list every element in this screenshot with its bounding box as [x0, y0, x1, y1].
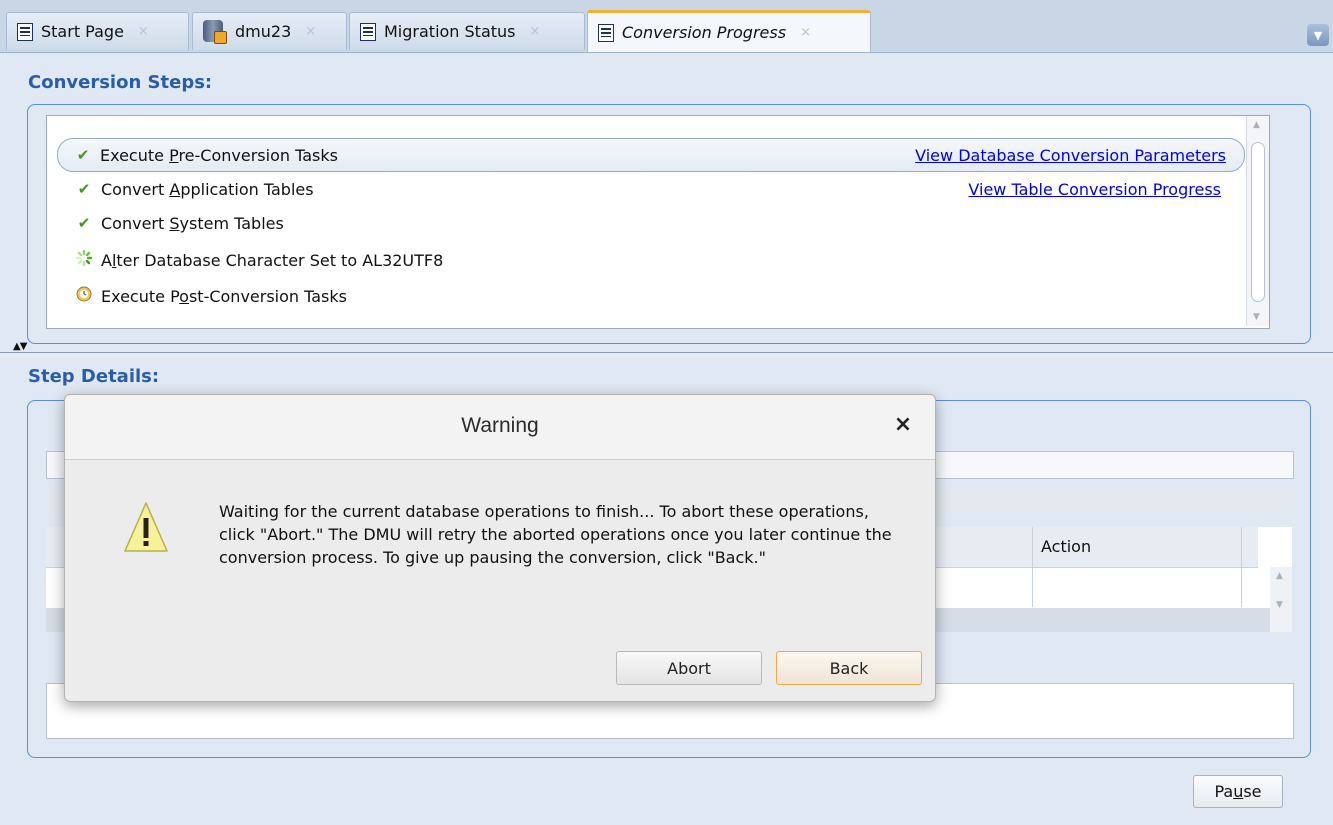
- tab-dmu23[interactable]: dmu23 ×: [192, 12, 347, 50]
- step-post-conversion[interactable]: Execute Post-Conversion Tasks: [59, 280, 1239, 312]
- dialog-header: Warning ×: [65, 395, 935, 460]
- tab-list-dropdown-icon[interactable]: ▼: [1307, 24, 1329, 46]
- view-database-conversion-parameters-link[interactable]: View Database Conversion Parameters: [915, 146, 1226, 165]
- tab-start-page[interactable]: Start Page ×: [6, 12, 189, 50]
- conversion-steps-list: ✔ Execute Pre-Conversion Tasks View Data…: [46, 115, 1270, 329]
- checkmark-icon: ✔: [77, 214, 91, 232]
- doc-icon: [598, 23, 614, 42]
- close-icon[interactable]: ×: [530, 24, 541, 39]
- close-icon[interactable]: ×: [800, 25, 811, 40]
- clock-icon: [73, 286, 95, 306]
- step-pre-conversion[interactable]: ✔ Execute Pre-Conversion Tasks View Data…: [57, 138, 1245, 172]
- dialog-title: Warning: [461, 414, 539, 437]
- scroll-down-icon[interactable]: ▼: [1253, 312, 1260, 322]
- scroll-thumb[interactable]: [1251, 142, 1265, 302]
- step-label: Convert Application Tables: [101, 179, 314, 199]
- step-label: Alter Database Character Set to AL32UTF8: [101, 250, 444, 270]
- action-column: Action: [1032, 527, 1242, 607]
- checkmark-icon: ✔: [77, 180, 91, 198]
- tab-label: Conversion Progress: [622, 23, 787, 42]
- warning-dialog: Warning × Waiting for the current databa…: [64, 394, 936, 702]
- scroll-down-icon[interactable]: ▼: [1276, 600, 1283, 610]
- conversion-steps-title: Conversion Steps:: [28, 72, 213, 93]
- step-label: Convert System Tables: [101, 213, 284, 233]
- steps-scrollbar[interactable]: ▲ ▼: [1246, 116, 1269, 326]
- step-label: Execute Post-Conversion Tasks: [101, 286, 347, 306]
- checkmark-icon: ✔: [76, 146, 90, 164]
- spinner-icon: [73, 249, 95, 271]
- step-details-title: Step Details:: [28, 366, 160, 387]
- details-scrollbar[interactable]: ▲ ▼: [1270, 567, 1292, 632]
- doc-icon: [17, 22, 33, 41]
- tab-label: Migration Status: [384, 22, 516, 41]
- warning-icon: [124, 502, 168, 552]
- database-icon: [203, 19, 227, 44]
- tab-label: Start Page: [41, 22, 124, 41]
- tab-bar: Start Page × dmu23 × Migration Status × …: [0, 0, 1333, 53]
- tab-conversion-progress[interactable]: Conversion Progress ×: [587, 10, 871, 52]
- step-convert-system-tables[interactable]: ✔ Convert System Tables: [59, 207, 1239, 239]
- close-icon[interactable]: ×: [305, 24, 316, 39]
- step-label: Execute Pre-Conversion Tasks: [100, 145, 338, 165]
- back-button[interactable]: Back: [776, 651, 922, 685]
- step-convert-application-tables[interactable]: ✔ Convert Application Tables View Table …: [59, 173, 1239, 205]
- splitter-arrows-icon[interactable]: ▲▼: [13, 342, 27, 352]
- view-table-conversion-progress-link[interactable]: View Table Conversion Progress: [968, 180, 1221, 199]
- close-icon[interactable]: ×: [138, 24, 149, 39]
- doc-icon: [360, 22, 376, 41]
- scroll-up-icon[interactable]: ▲: [1276, 571, 1283, 581]
- panel-splitter[interactable]: [0, 352, 1333, 357]
- tab-migration-status[interactable]: Migration Status ×: [349, 12, 585, 50]
- abort-button[interactable]: Abort: [616, 651, 762, 685]
- scroll-up-icon[interactable]: ▲: [1253, 120, 1260, 130]
- dialog-message: Waiting for the current database operati…: [219, 502, 892, 567]
- close-icon[interactable]: ×: [889, 411, 917, 439]
- pause-button[interactable]: Pause: [1193, 775, 1283, 808]
- step-alter-character-set[interactable]: Alter Database Character Set to AL32UTF8: [59, 244, 1239, 276]
- action-column-header[interactable]: Action: [1041, 537, 1091, 556]
- tab-label: dmu23: [235, 22, 292, 41]
